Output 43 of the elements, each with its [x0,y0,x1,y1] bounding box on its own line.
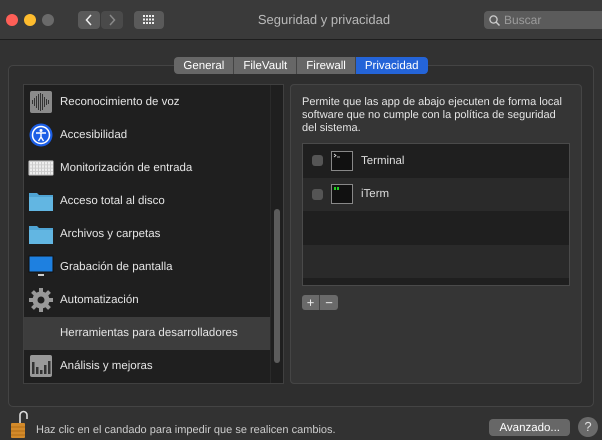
advanced-button[interactable]: Avanzado... [489,419,570,436]
app-name: Terminal [361,154,404,167]
help-button[interactable]: ? [578,416,598,436]
app-row[interactable]: iTerm [303,178,569,211]
sidebar-item[interactable]: Accesibilidad [24,118,270,152]
add-button[interactable]: + [302,295,320,310]
gear-icon [28,287,54,314]
sidebar-item[interactable]: Herramientas para desarrolladores [24,316,270,350]
accessibility-icon [29,122,53,147]
sidebar-item[interactable]: Acceso total al disco [24,184,270,218]
zoom-button[interactable] [42,14,54,26]
minimize-button[interactable] [24,14,36,26]
chevron-right-icon [108,14,116,26]
window-title: Seguridad y privacidad [256,12,392,27]
sidebar-item[interactable]: Monitorización de entrada [24,151,270,184]
keyboard-icon [28,160,54,176]
search-field[interactable]: Buscar [484,10,602,28]
remove-button[interactable]: − [320,295,338,310]
grid-button[interactable] [134,10,164,28]
chart-icon [29,354,53,378]
tab[interactable]: General [174,57,234,74]
tab[interactable]: FileVault [234,57,298,74]
sidebar-item[interactable]: Reconocimiento de voz [24,85,270,118]
sidebar-item[interactable]: Archivos y carpetas [24,217,270,251]
terminal-icon [331,184,353,204]
checkbox[interactable] [312,188,323,200]
sidebar-item[interactable]: Automatización [24,284,270,317]
waveform-icon [29,90,53,114]
terminal-icon [331,150,353,171]
sidebar-item[interactable]: Grabación de pantalla [24,250,270,284]
app-name: iTerm [361,188,390,200]
tab[interactable]: Firewall [297,57,356,74]
back-button[interactable] [78,10,100,28]
tab[interactable]: Privacidad [356,57,428,74]
chevron-left-icon [85,14,93,26]
checkbox[interactable] [312,155,323,166]
grid-icon [143,14,155,24]
description-text: Permite que las app de abajo ejecuten de forma local software que no cumple con la política de seguridad del sistema. [302,96,563,135]
lock-message: Haz clic en el candado para impedir que se realicen cambios. [36,422,337,436]
scrollbar-thumb[interactable] [274,209,280,363]
close-button[interactable] [6,14,18,26]
sidebar-item[interactable]: Análisis y mejoras [24,350,270,383]
search-icon [489,14,500,26]
